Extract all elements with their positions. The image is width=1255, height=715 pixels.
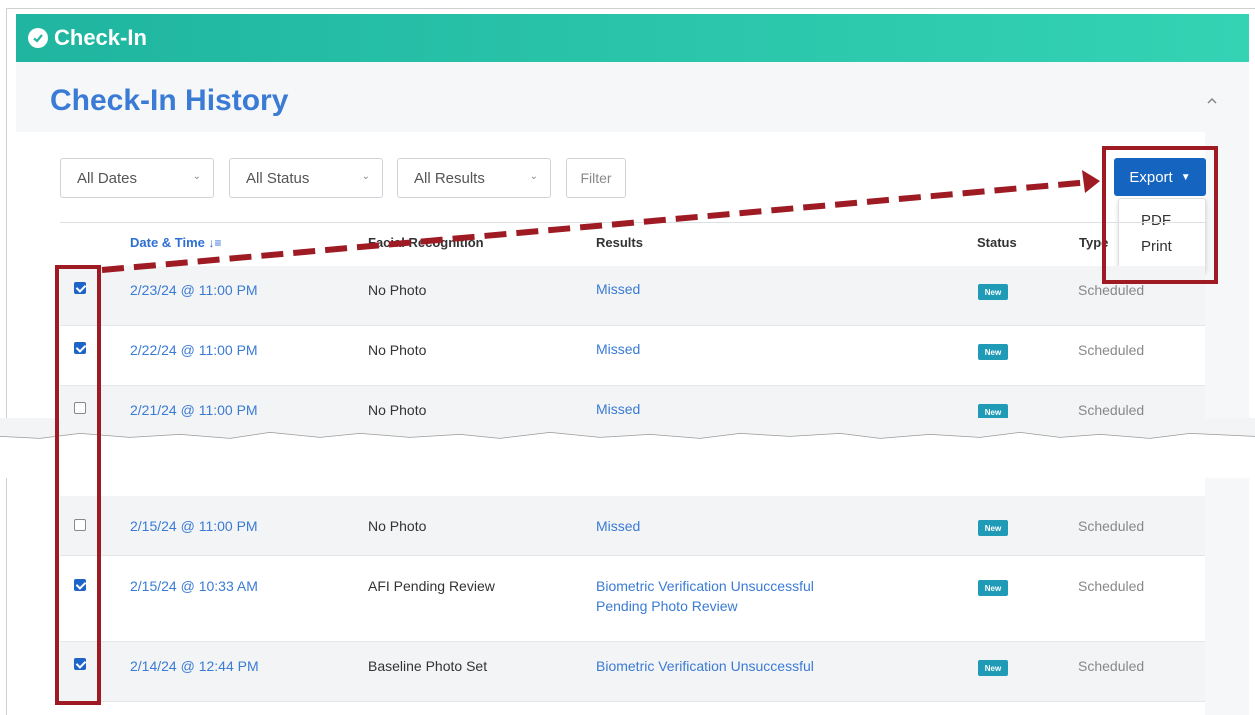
row-result-secondary[interactable]: Pending Photo Review [596, 596, 738, 616]
status-badge: New [978, 520, 1008, 536]
chevron-down-icon: ⌄ [529, 171, 538, 182]
dates-select-value: All Dates [77, 169, 138, 187]
status-badge: New [978, 284, 1008, 300]
sort-icon: ↓≡ [208, 236, 222, 250]
row-type: Scheduled [1078, 342, 1145, 358]
row-facial: No Photo [368, 342, 427, 358]
row-facial: No Photo [368, 282, 427, 298]
row-date[interactable]: 2/21/24 @ 11:00 PM [130, 402, 258, 418]
card-header: Check-In [16, 14, 1249, 62]
table-row: 2/23/24 @ 11:00 PM No Photo Missed New S… [60, 266, 1205, 326]
row-date[interactable]: 2/22/24 @ 11:00 PM [130, 342, 258, 358]
row-date[interactable]: 2/14/24 @ 12:44 PM [130, 658, 259, 674]
column-header-results: Results [596, 235, 643, 250]
column-header-status: Status [977, 235, 1017, 250]
status-select-value: All Status [246, 169, 310, 187]
card-title: Check-In [54, 25, 147, 50]
column-header-facial: Facial Recognition [368, 235, 484, 250]
table-row: 2/22/24 @ 11:00 PM No Photo Missed New S… [60, 326, 1205, 386]
table-top-divider [60, 222, 1205, 223]
checkbox-highlight-box [55, 265, 101, 705]
row-facial: Baseline Photo Set [368, 658, 488, 674]
column-header-date-label: Date & Time [130, 235, 205, 250]
row-type: Scheduled [1078, 518, 1145, 534]
row-result[interactable]: Biometric Verification Unsuccessful [596, 656, 814, 676]
status-select[interactable]: All Status ⌄ [229, 158, 383, 198]
status-badge: New [978, 344, 1008, 360]
row-type: Scheduled [1078, 658, 1145, 674]
table-row: 2/15/24 @ 10:33 AM AFI Pending Review Bi… [60, 556, 1205, 642]
export-highlight-box [1102, 146, 1218, 284]
chevron-up-icon[interactable] [1204, 92, 1220, 108]
row-date[interactable]: 2/23/24 @ 11:00 PM [130, 282, 258, 298]
check-circle-icon [28, 28, 48, 48]
status-badge: New [978, 580, 1008, 596]
row-facial: No Photo [368, 402, 427, 418]
results-select-value: All Results [414, 169, 485, 187]
row-result[interactable]: Missed [596, 399, 640, 419]
table-row: 2/14/24 @ 12:44 PM Baseline Photo Set Bi… [60, 642, 1205, 702]
row-type: Scheduled [1078, 282, 1145, 298]
row-date[interactable]: 2/15/24 @ 11:00 PM [130, 518, 258, 534]
table-row: 2/15/24 @ 11:00 PM No Photo Missed New S… [60, 496, 1205, 556]
row-result[interactable]: Missed [596, 516, 640, 536]
filter-button[interactable]: Filter [566, 158, 626, 198]
dates-select[interactable]: All Dates ⌄ [60, 158, 214, 198]
row-result[interactable]: Missed [596, 339, 640, 359]
chevron-down-icon: ⌄ [192, 171, 201, 182]
row-type: Scheduled [1078, 402, 1145, 418]
chevron-down-icon: ⌄ [361, 171, 370, 182]
torn-edge [0, 418, 1255, 478]
status-badge: New [978, 660, 1008, 676]
results-select[interactable]: All Results ⌄ [397, 158, 551, 198]
row-result[interactable]: Biometric Verification Unsuccessful [596, 576, 814, 596]
row-type: Scheduled [1078, 578, 1145, 594]
panel-title: Check-In History [50, 84, 289, 117]
row-facial: AFI Pending Review [368, 578, 495, 594]
row-result[interactable]: Missed [596, 279, 640, 299]
row-facial: No Photo [368, 518, 427, 534]
row-date[interactable]: 2/15/24 @ 10:33 AM [130, 578, 258, 594]
column-header-date[interactable]: Date & Time ↓≡ [130, 235, 222, 250]
